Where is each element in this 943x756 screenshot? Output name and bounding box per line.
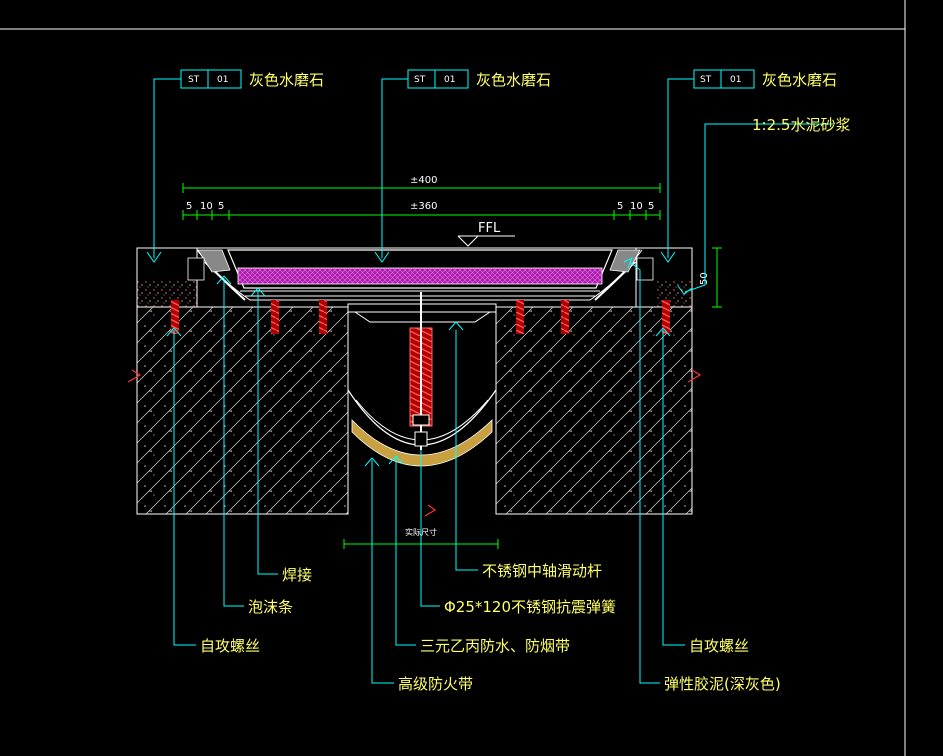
callout-weld-label: 焊接 (282, 566, 312, 584)
callout-rod-label: 不锈钢中轴滑动杆 (482, 562, 602, 580)
cad-drawing-canvas: FFL ±400 ±360 5 10 5 5 10 5 50 实际尺寸 ST 0… (0, 0, 943, 756)
callout-epdm-label: 三元乙丙防水、防烟带 (420, 637, 570, 655)
mortar-callout: 1:2.5水泥砂浆 (677, 116, 850, 295)
tag-right-num: 01 (730, 75, 741, 85)
mortar-label: 1:2.5水泥砂浆 (752, 116, 850, 134)
dim-right-part-1: 5 (617, 201, 623, 212)
dim-right-part-2: 10 (630, 201, 643, 212)
tag-center-num: 01 (444, 75, 455, 85)
tag-center-material: 灰色水磨石 (476, 71, 551, 89)
tag-center-code: ST (414, 75, 426, 85)
screw-right-1 (516, 300, 524, 334)
expansion-joint-section: FFL ±400 ±360 5 10 5 5 10 5 50 实际尺寸 ST 0… (0, 0, 906, 756)
callout-spring-label: Φ25*120不锈钢抗震弹簧 (444, 598, 616, 616)
tag-left-material: 灰色水磨石 (249, 71, 324, 89)
screw-left-2 (271, 300, 279, 334)
callout-foam-label: 泡沫条 (248, 598, 293, 616)
material-tag-right: ST 01 灰色水磨石 (660, 69, 837, 263)
callout-fireband: 高级防火带 (364, 457, 473, 693)
material-tag-left: ST 01 灰色水磨石 (146, 69, 324, 263)
concrete-slab-left (136, 306, 349, 515)
tag-right-material: 灰色水磨石 (762, 71, 837, 89)
tag-right-code: ST (700, 75, 712, 85)
material-tag-center: ST 01 灰色水磨石 (374, 69, 551, 263)
ffl-label: FFL (478, 221, 501, 236)
dim-inner-text: ±360 (410, 201, 437, 212)
dim-left-part-2: 10 (200, 201, 213, 212)
dimension-inner: ±360 5 10 5 5 10 5 (182, 201, 661, 220)
callout-fireband-label: 高级防火带 (398, 675, 473, 693)
dim-left-part-1: 5 (186, 201, 192, 212)
dimension-height: 50 (699, 247, 722, 308)
screw-right-2 (561, 300, 569, 334)
callout-sealant-label: 弹性胶泥(深灰色) (664, 675, 781, 693)
dimension-overall: ±400 (182, 175, 661, 193)
dim-left-part-3: 5 (218, 201, 224, 212)
anti-seismic-spring (409, 292, 433, 450)
dim-right-part-3: 5 (648, 201, 654, 212)
screw-left-3 (319, 300, 327, 334)
callout-screw-right-label: 自攻螺丝 (689, 637, 749, 655)
callout-screw-left-label: 自攻螺丝 (200, 637, 260, 655)
tag-left-num: 01 (217, 75, 228, 85)
tag-left-code: ST (188, 75, 200, 85)
dim-overall-text: ±400 (410, 175, 437, 186)
ffl-marker: FFL (457, 221, 515, 247)
